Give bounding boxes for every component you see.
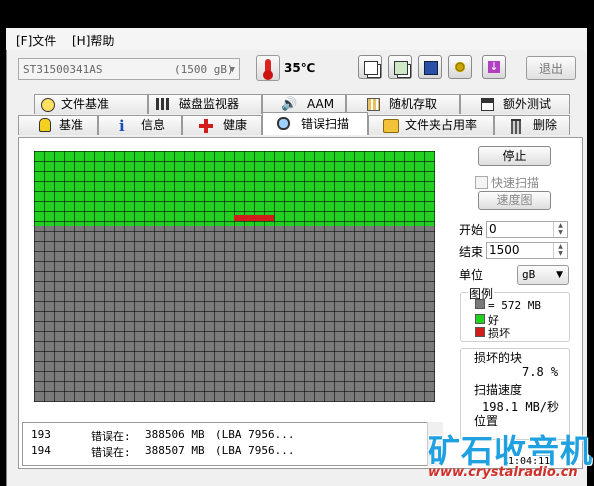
copy-all-icon — [394, 61, 408, 75]
save-icon — [424, 61, 438, 75]
tab-error-scan[interactable]: 错误扫描 — [262, 112, 368, 135]
bar-chart-icon — [156, 98, 169, 110]
settings-icon — [454, 61, 466, 73]
folder-icon — [383, 119, 399, 133]
info-bubble-icon — [41, 98, 55, 112]
tab-disk-monitor[interactable]: 磁盘监视器 — [148, 94, 262, 114]
legend-bad: 损坏 — [475, 325, 510, 341]
start-input[interactable]: 0 ▲ ▼ — [486, 221, 568, 238]
bad-swatch — [475, 327, 485, 337]
spin-arrows-icon[interactable]: ▲ ▼ — [553, 243, 567, 258]
damaged-label: 损坏的块 — [474, 351, 523, 365]
menu-bar: [F]文件 [H]帮助 — [6, 28, 586, 50]
watermark-url: www.crystalradio.cn — [428, 465, 578, 480]
magnifier-icon — [277, 117, 290, 130]
tab-aam[interactable]: 🔊 AAM — [262, 94, 346, 114]
save-button[interactable] — [418, 55, 442, 79]
damaged-value: 7.8 % — [522, 365, 559, 379]
tab-info[interactable]: i 信息 — [98, 115, 182, 135]
unit-select[interactable]: gB ▼ — [517, 265, 569, 285]
quick-scan-label: 快速扫描 — [491, 176, 540, 190]
menu-file[interactable]: [F]文件 — [16, 32, 56, 49]
end-label: 结束 — [459, 245, 484, 259]
exit-button[interactable]: 退出 — [526, 56, 576, 80]
chevron-down-icon: ▼ — [556, 270, 563, 280]
bulb-icon — [39, 118, 51, 132]
drive-select[interactable]: ST31500341AS (1500 gB) ▼ — [18, 58, 240, 80]
thermometer-icon[interactable] — [256, 55, 280, 81]
scan-speed-label: 扫描速度 — [474, 383, 523, 397]
copy-button[interactable] — [358, 55, 382, 79]
stop-button[interactable]: 停止 — [478, 146, 551, 166]
download-button[interactable]: ↓ — [482, 55, 506, 79]
tab-extra-tests[interactable]: 额外测试 — [460, 94, 570, 114]
toolbar: ST31500341AS (1500 gB) ▼ 35℃ ↓ 退出 — [6, 50, 586, 90]
tab-benchmark[interactable]: 基准 — [18, 115, 98, 135]
legend-block-size: = 572 MB — [475, 299, 541, 312]
trash-icon — [511, 119, 521, 134]
drive-capacity: (1500 gB) — [174, 63, 234, 76]
error-log-list[interactable]: 193 错误在: 388506 MB (LBA 7956... 194 错误在:… — [22, 422, 442, 466]
temperature-value: 35℃ — [284, 61, 316, 75]
damaged-blocks — [234, 215, 274, 221]
scan-block-map — [34, 151, 435, 402]
extra-test-icon — [481, 98, 494, 111]
download-icon: ↓ — [488, 60, 500, 73]
speed-map-button[interactable]: 速度图 — [478, 191, 551, 210]
copy-all-button[interactable] — [388, 55, 412, 79]
tab-file-benchmark[interactable]: 文件基准 — [34, 94, 148, 114]
info-icon: i — [119, 117, 125, 135]
tab-health[interactable]: 健康 — [182, 115, 262, 135]
tab-folder-usage[interactable]: 文件夹占用率 — [368, 115, 494, 135]
random-grid-icon — [367, 98, 380, 111]
start-label: 开始 — [459, 223, 484, 237]
menu-help[interactable]: [H]帮助 — [72, 32, 114, 49]
end-input[interactable]: 1500 ▲ ▼ — [486, 242, 568, 259]
tab-erase[interactable]: 删除 — [494, 115, 570, 135]
chevron-down-icon: ▼ — [229, 65, 235, 75]
spin-arrows-icon[interactable]: ▲ ▼ — [553, 222, 567, 237]
unscanned-swatch — [475, 299, 485, 309]
quick-scan-checkbox[interactable]: 快速扫描 — [475, 174, 539, 191]
good-swatch — [475, 314, 485, 324]
unit-label: 单位 — [459, 268, 484, 282]
health-cross-icon — [199, 119, 213, 133]
copy-icon — [364, 61, 378, 75]
tab-random-access[interactable]: 随机存取 — [346, 94, 460, 114]
speaker-icon: 🔊 — [281, 97, 298, 112]
settings-button[interactable] — [448, 55, 472, 79]
drive-name: ST31500341AS — [23, 63, 103, 76]
